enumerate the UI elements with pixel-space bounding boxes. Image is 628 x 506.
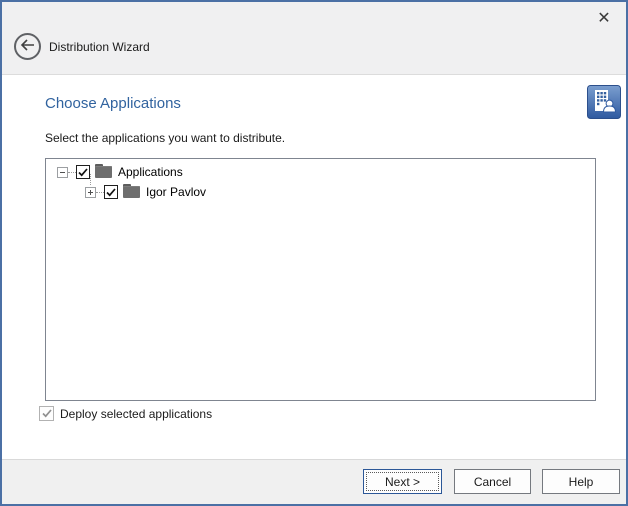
back-arrow-icon — [20, 39, 35, 54]
tree-row-applications[interactable]: Applications — [46, 162, 183, 182]
page-title: Choose Applications — [45, 95, 181, 112]
folder-icon — [123, 186, 140, 198]
wizard-footer: Next > Cancel Help — [2, 459, 626, 504]
applications-checkbox[interactable] — [76, 165, 90, 179]
folder-icon — [95, 166, 112, 178]
applications-icon — [587, 85, 621, 119]
distribution-wizard-window: Distribution Wizard ✕ Choose Application… — [0, 0, 628, 506]
igor-pavlov-checkbox[interactable] — [104, 185, 118, 199]
collapse-icon[interactable] — [57, 167, 68, 178]
deploy-checkbox[interactable] — [39, 406, 54, 421]
deploy-checkbox-row: Deploy selected applications — [39, 406, 212, 421]
tree-row-igor-pavlov[interactable]: Igor Pavlov — [46, 182, 206, 202]
instruction-text: Select the applications you want to dist… — [45, 131, 285, 145]
tree-item-label[interactable]: Igor Pavlov — [146, 185, 206, 199]
applications-tree[interactable]: Applications Igor Pavlov — [45, 158, 596, 401]
back-button[interactable] — [14, 33, 41, 60]
help-button[interactable]: Help — [542, 469, 620, 494]
expand-icon[interactable] — [85, 187, 96, 198]
tree-item-label[interactable]: Applications — [118, 165, 183, 179]
wizard-title: Distribution Wizard — [49, 40, 150, 54]
wizard-header: Distribution Wizard ✕ — [2, 2, 626, 75]
cancel-button[interactable]: Cancel — [454, 469, 531, 494]
next-button[interactable]: Next > — [363, 469, 442, 494]
close-icon[interactable]: ✕ — [592, 6, 616, 30]
deploy-checkbox-label: Deploy selected applications — [60, 407, 212, 421]
